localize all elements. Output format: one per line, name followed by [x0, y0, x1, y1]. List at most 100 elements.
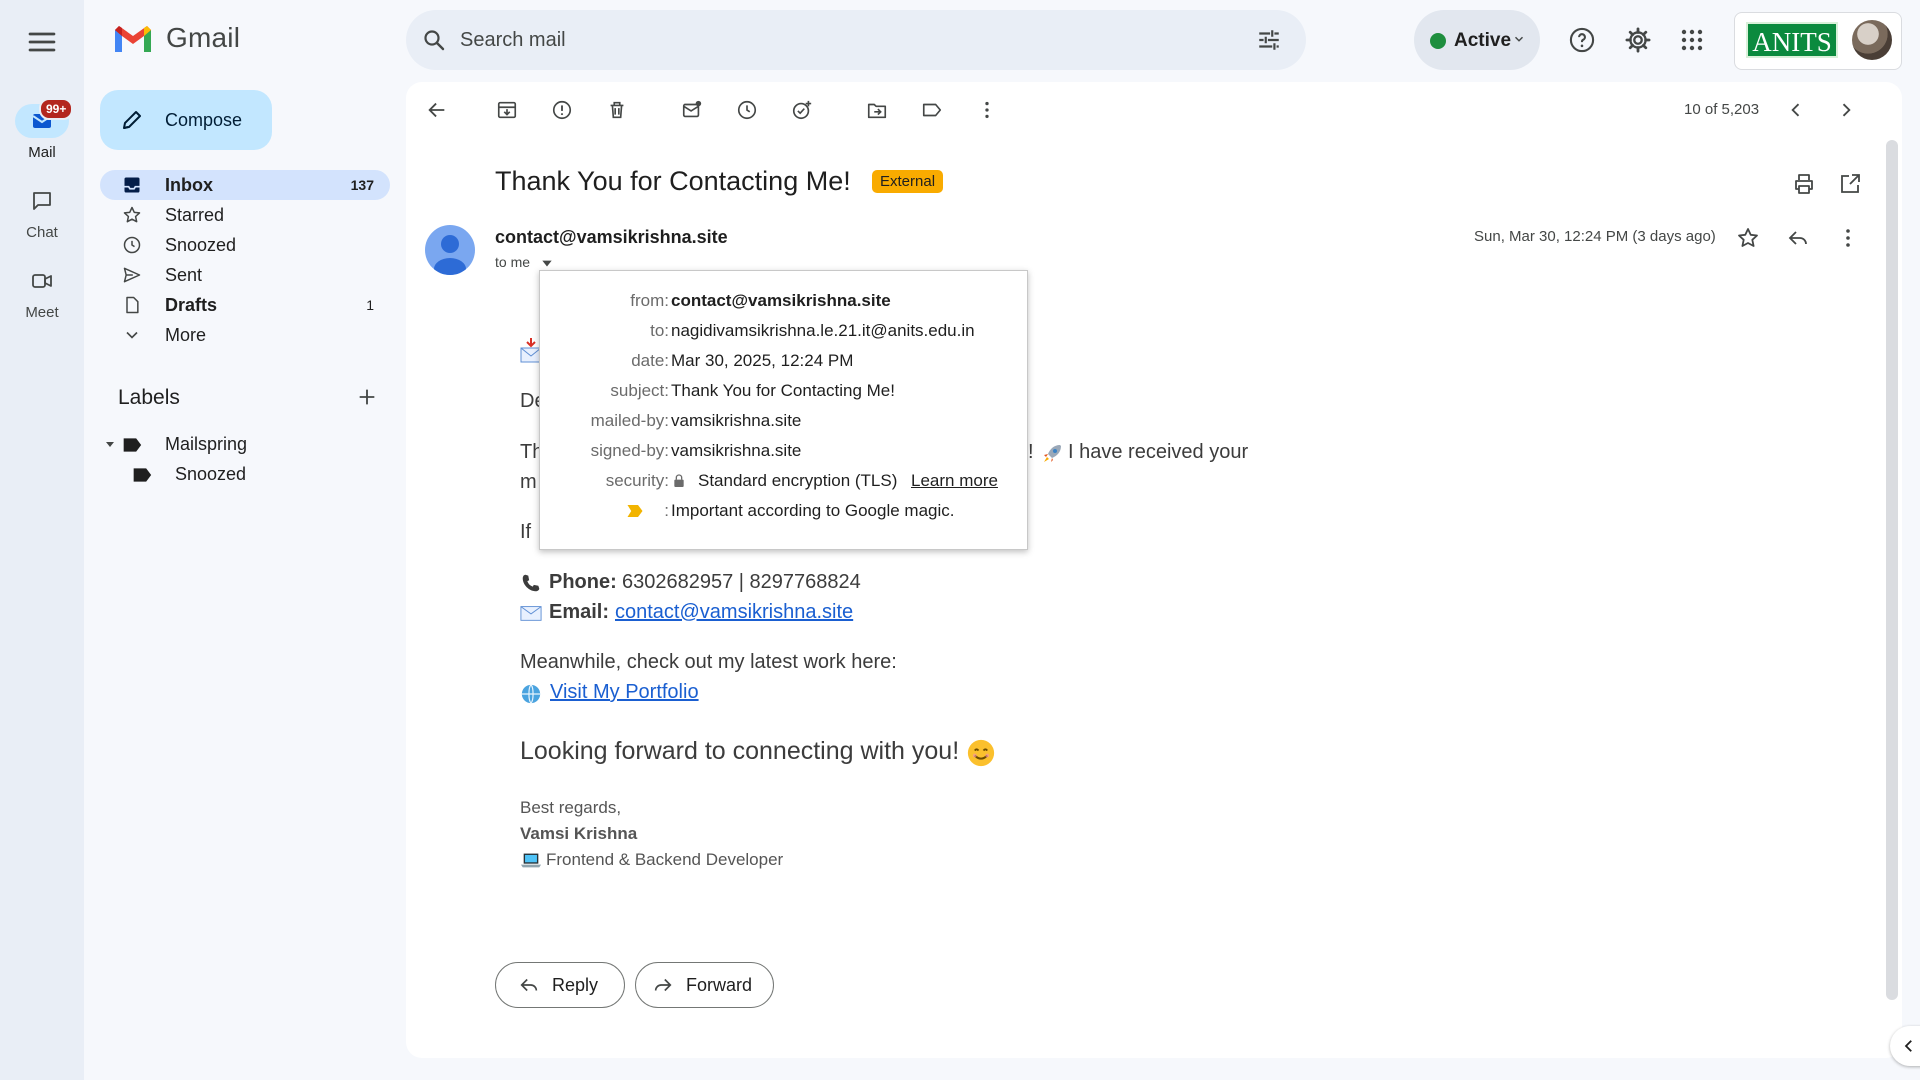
- nav-item-more[interactable]: More: [100, 320, 390, 350]
- email-label: Email:: [549, 601, 610, 623]
- email-link[interactable]: contact@vamsikrishna.site: [615, 601, 853, 624]
- chevron-down-icon: [122, 325, 142, 345]
- draft-icon: [122, 295, 142, 315]
- app-name: Gmail: [166, 22, 241, 53]
- detail-key: security:: [605, 471, 669, 490]
- search-input[interactable]: Search mail: [460, 29, 566, 52]
- rail-chat-label: Chat: [26, 224, 58, 241]
- detail-value: Mar 30, 2025, 12:24 PM: [671, 351, 854, 370]
- help-icon[interactable]: [1568, 26, 1596, 54]
- sender-email[interactable]: contact@vamsikrishna.site: [495, 227, 728, 248]
- account-avatar[interactable]: [1852, 20, 1892, 60]
- chat-icon: [15, 184, 69, 218]
- nav-item-inbox[interactable]: Inbox 137: [100, 170, 390, 200]
- show-details-icon[interactable]: [540, 256, 554, 270]
- rail-meet[interactable]: Meet: [0, 264, 84, 321]
- body-line3-start: If: [520, 521, 532, 543]
- add-label-icon[interactable]: [356, 386, 378, 408]
- nav-count: 137: [350, 177, 374, 193]
- portfolio-link[interactable]: Visit My Portfolio: [550, 681, 699, 704]
- email-emoji-icon: [520, 603, 542, 623]
- nav-item-snoozed[interactable]: Snoozed: [100, 230, 390, 260]
- body-line-end: I have received your: [1068, 441, 1249, 463]
- label-item-snoozed[interactable]: Snoozed: [100, 460, 390, 490]
- star-icon: [122, 205, 142, 225]
- main-menu-icon[interactable]: [26, 26, 58, 58]
- detail-key: to:: [650, 321, 669, 340]
- label-tag-icon[interactable]: [921, 99, 943, 121]
- caret-down-icon[interactable]: [104, 438, 116, 450]
- archive-icon[interactable]: [496, 99, 518, 121]
- label-icon: [132, 466, 152, 484]
- apps-grid-icon[interactable]: [1680, 28, 1704, 52]
- reply-icon: [518, 974, 540, 996]
- laptop-emoji-icon: [520, 851, 542, 869]
- phone-emoji-icon: [520, 572, 542, 594]
- message-details-popover: from: contact@vamsikrishna.site to: nagi…: [539, 270, 1028, 550]
- chevron-down-icon: [1512, 32, 1526, 46]
- clock-icon: [122, 235, 142, 255]
- nav-label: More: [165, 325, 207, 345]
- back-arrow-icon[interactable]: [426, 99, 448, 121]
- forward-label: Forward: [686, 975, 753, 995]
- recipient-summary: to me: [495, 254, 531, 270]
- detail-key: signed-by:: [590, 441, 669, 460]
- move-to-icon[interactable]: [866, 99, 888, 121]
- reply-button[interactable]: Reply: [495, 962, 625, 1008]
- nav-item-drafts[interactable]: Drafts 1: [100, 290, 390, 320]
- label-icon: [122, 436, 142, 454]
- detail-value: nagidivamsikrishna.le.21.it@anits.edu.in: [671, 321, 975, 340]
- report-spam-icon[interactable]: [551, 99, 573, 121]
- detail-key: mailed-by:: [590, 411, 669, 430]
- forward-button[interactable]: Forward: [635, 962, 774, 1008]
- mail-unread-badge: 99+: [39, 98, 74, 120]
- phone-value: 6302682957 | 8297768824: [622, 571, 861, 593]
- delete-icon[interactable]: [606, 99, 628, 121]
- chevron-left-icon: [1900, 1037, 1918, 1055]
- send-icon: [122, 265, 142, 285]
- body-closing: Looking forward to connecting with you!: [520, 737, 960, 765]
- labels-heading: Labels: [118, 386, 180, 409]
- detail-row-from: from: contact@vamsikrishna.site: [540, 291, 1029, 321]
- nav-item-starred[interactable]: Starred: [100, 200, 390, 230]
- newer-chevron-left-icon[interactable]: [1786, 100, 1806, 120]
- body-meanwhile: Meanwhile, check out my latest work here…: [520, 651, 897, 673]
- detail-value: Thank You for Contacting Me!: [671, 381, 895, 400]
- open-new-window-icon[interactable]: [1838, 172, 1862, 196]
- signature-name: Vamsi Krishna: [520, 824, 638, 843]
- more-vert-icon[interactable]: [1836, 226, 1860, 250]
- search-icon[interactable]: [422, 28, 446, 52]
- rail-meet-label: Meet: [25, 304, 59, 321]
- search-options-icon[interactable]: [1256, 27, 1282, 53]
- sender-avatar[interactable]: [425, 225, 475, 275]
- gmail-logo-icon[interactable]: [112, 22, 154, 56]
- side-panel-toggle[interactable]: [1890, 1026, 1920, 1066]
- snooze-clock-icon[interactable]: [736, 99, 758, 121]
- detail-row-signed-by: signed-by: vamsikrishna.site: [540, 441, 1029, 471]
- external-badge: External: [872, 170, 944, 193]
- body-line2-start: m: [520, 471, 537, 493]
- settings-gear-icon[interactable]: [1624, 26, 1652, 54]
- rail-chat[interactable]: Chat: [0, 184, 84, 241]
- detail-row-importance: : Important according to Google magic.: [540, 501, 1029, 531]
- learn-more-link[interactable]: Learn more: [911, 471, 998, 491]
- scrollbar[interactable]: [1886, 140, 1898, 1000]
- detail-row-security: security: Standard encryption (TLS) Lear…: [540, 471, 1029, 501]
- label-item-mailspring[interactable]: Mailspring: [100, 430, 390, 460]
- reply-icon[interactable]: [1786, 226, 1810, 250]
- star-icon[interactable]: [1736, 226, 1760, 250]
- print-icon[interactable]: [1792, 172, 1816, 196]
- nav-count: 1: [366, 297, 374, 313]
- more-vert-icon[interactable]: [976, 99, 998, 121]
- label-name: Mailspring: [165, 434, 248, 454]
- mark-unread-icon[interactable]: [681, 99, 703, 121]
- forward-icon: [652, 974, 674, 996]
- add-task-icon[interactable]: [791, 99, 813, 121]
- compose-label: Compose: [165, 110, 243, 130]
- pencil-icon: [120, 108, 144, 132]
- reply-label: Reply: [552, 975, 599, 995]
- detail-key: from:: [630, 291, 669, 310]
- nav-item-sent[interactable]: Sent: [100, 260, 390, 290]
- importance-marker-icon: [626, 503, 644, 519]
- older-chevron-right-icon[interactable]: [1836, 100, 1856, 120]
